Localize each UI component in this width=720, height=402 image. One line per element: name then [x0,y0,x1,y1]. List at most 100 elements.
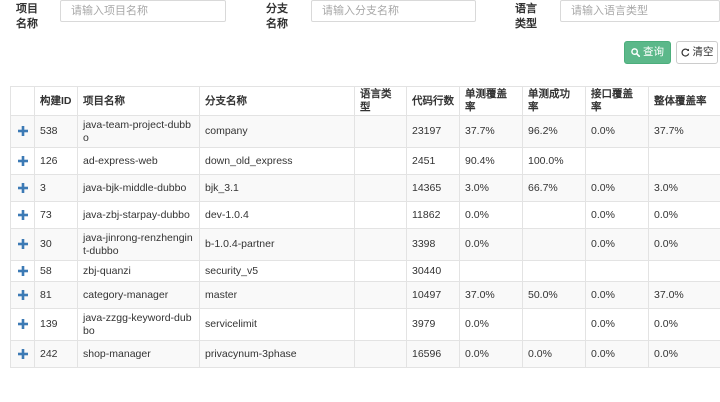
code-lines-cell: 3979 [406,308,460,341]
project-name-cell: java-team-project-dubbo [77,115,200,148]
unit-test-success-rate-cell [522,201,586,229]
project-name-label-text: 项目名称 [16,3,38,30]
column-header-project-name: 项目名称 [77,86,200,116]
clear-button-label: 清空 [692,46,714,58]
plus-icon[interactable] [17,126,28,137]
table-row: 126 ad-express-web down_old_express 2451 90.… [10,147,720,175]
expand-cell[interactable] [10,147,35,175]
column-header-branch-name: 分支名称 [199,86,355,116]
build-id-cell: 242 [34,340,78,368]
branch-name-label: 分支名称 [256,2,288,32]
build-id-cell: 73 [34,201,78,229]
build-id-cell: 3 [34,174,78,202]
plus-icon[interactable] [17,265,28,276]
search-icon [631,48,640,57]
build-id-cell: 139 [34,308,78,341]
unit-test-success-rate-cell [522,308,586,341]
plus-icon[interactable] [17,155,28,166]
branch-name-cell: servicelimit [199,308,355,341]
unit-test-success-rate-cell: 50.0% [522,281,586,309]
branch-name-cell: bjk_3.1 [199,174,355,202]
unit-test-coverage-cell: 0.0% [459,308,523,341]
project-name-cell: shop-manager [77,340,200,368]
project-name-cell: java-zzgg-keyword-dubbo [77,308,200,341]
language-type-label: 语言类型 [505,2,537,32]
clear-button[interactable]: 清空 [676,41,718,64]
column-header-unit-test-coverage: 单测覆盖率 [459,86,523,116]
branch-name-cell: down_old_express [199,147,355,175]
code-lines-cell: 23197 [406,115,460,148]
overall-coverage-cell: 0.0% [648,201,720,229]
branch-name-cell: dev-1.0.4 [199,201,355,229]
api-coverage-cell: 0.0% [585,228,649,261]
overall-coverage-cell: 0.0% [648,340,720,368]
unit-test-coverage-cell: 0.0% [459,340,523,368]
code-lines-cell: 2451 [406,147,460,175]
language-type-cell [354,147,407,175]
search-button[interactable]: 查询 [624,41,671,64]
table-row: 81 category-manager master 10497 37.0% 50.0% 0… [10,281,720,309]
build-id-cell: 81 [34,281,78,309]
project-name-cell: zbj-quanzi [77,260,200,282]
plus-icon[interactable] [17,182,28,193]
overall-coverage-cell: 3.0% [648,174,720,202]
project-name-input[interactable] [60,0,226,22]
plus-icon[interactable] [17,239,28,250]
language-type-label-text: 语言类型 [515,3,537,30]
plus-icon[interactable] [17,319,28,330]
language-type-cell [354,201,407,229]
table-row: 538 java-team-project-dubbo company 23197 37… [10,115,720,148]
api-coverage-cell: 0.0% [585,115,649,148]
expand-cell[interactable] [10,340,35,368]
unit-test-coverage-cell: 37.7% [459,115,523,148]
branch-name-cell: security_v5 [199,260,355,282]
language-type-cell [354,260,407,282]
refresh-icon [681,48,689,57]
language-type-input[interactable] [560,0,720,22]
language-type-cell [354,281,407,309]
table-row: 139 java-zzgg-keyword-dubbo servicelimit 39… [10,308,720,341]
plus-icon[interactable] [17,348,28,359]
build-id-cell: 58 [34,260,78,282]
table-header-row: 构建ID 项目名称 分支名称 语言类型 代码行数 单测覆盖率 单测成功率 接口覆… [10,86,720,116]
project-name-label: 项目名称 [6,2,38,32]
expand-cell[interactable] [10,308,35,341]
language-type-cell [354,228,407,261]
api-coverage-cell: 0.0% [585,281,649,309]
api-coverage-cell: 0.0% [585,340,649,368]
build-id-cell: 30 [34,228,78,261]
unit-test-coverage-cell [459,260,523,282]
api-coverage-cell: 0.0% [585,174,649,202]
overall-coverage-cell [648,260,720,282]
project-name-cell: java-zbj-starpay-dubbo [77,201,200,229]
api-coverage-cell: 0.0% [585,201,649,229]
table-row: 242 shop-manager privacynum-3phase 16596 0.0… [10,340,720,368]
language-type-cell [354,115,407,148]
code-lines-cell: 10497 [406,281,460,309]
table-row: 3 java-bjk-middle-dubbo bjk_3.1 14365 3.0% 66… [10,174,720,202]
build-id-cell: 538 [34,115,78,148]
expand-cell[interactable] [10,174,35,202]
code-lines-cell: 16596 [406,340,460,368]
column-header-unit-test-success-rate: 单测成功率 [522,86,586,116]
unit-test-success-rate-cell: 96.2% [522,115,586,148]
branch-name-input[interactable] [311,0,476,22]
unit-test-coverage-cell: 3.0% [459,174,523,202]
unit-test-success-rate-cell: 100.0% [522,147,586,175]
column-header-expand [10,86,35,116]
expand-cell[interactable] [10,260,35,282]
expand-cell[interactable] [10,281,35,309]
plus-icon[interactable] [17,209,28,220]
branch-name-cell: master [199,281,355,309]
expand-cell[interactable] [10,201,35,229]
api-coverage-cell [585,260,649,282]
expand-cell[interactable] [10,115,35,148]
project-name-cell: java-jinrong-renzhengint-dubbo [77,228,200,261]
expand-cell[interactable] [10,228,35,261]
column-header-build-id: 构建ID [34,86,78,116]
language-type-cell [354,308,407,341]
unit-test-success-rate-cell: 0.0% [522,340,586,368]
plus-icon[interactable] [17,289,28,300]
unit-test-coverage-cell: 90.4% [459,147,523,175]
unit-test-coverage-cell: 0.0% [459,201,523,229]
